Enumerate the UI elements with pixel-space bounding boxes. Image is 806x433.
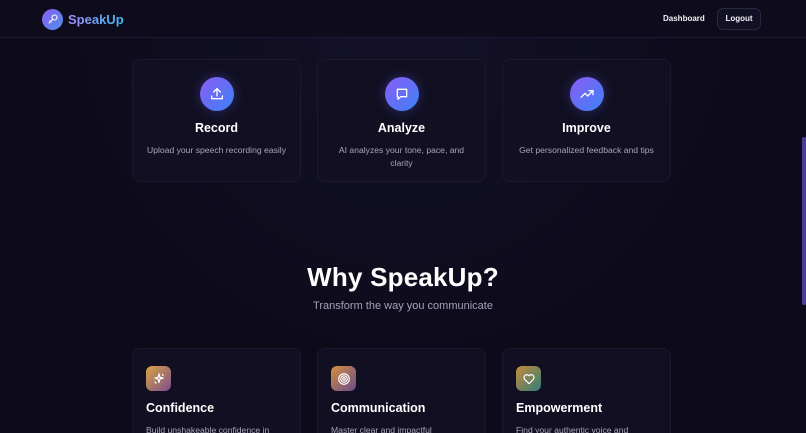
microphone-logo-icon (42, 8, 63, 30)
step-description: Get personalized feedback and tips (519, 145, 654, 155)
feature-card-confidence: Confidence Build unshakeable confidence … (132, 348, 301, 433)
feature-card-empowerment: Empowerment Find your authentic voice an… (502, 348, 671, 433)
section-title: Why SpeakUp? (307, 262, 499, 292)
feature-description: Find your authentic voice and (516, 425, 629, 433)
feature-title: Confidence (146, 401, 215, 415)
feature-title: Empowerment (516, 401, 603, 415)
chat-bubble-icon (384, 77, 419, 111)
brand-name: SpeakUp (68, 11, 124, 27)
step-card-improve: Improve Get personalized feedback and ti… (502, 59, 671, 182)
scrollbar-thumb[interactable] (802, 137, 806, 305)
step-card-record: Record Upload your speech recording easi… (132, 59, 301, 182)
feature-description: Master clear and impactful (331, 425, 432, 433)
step-card-analyze: Analyze AI analyzes your tone, pace, and… (317, 59, 486, 182)
logout-button[interactable]: Logout (717, 8, 761, 30)
feature-title: Communication (331, 401, 426, 415)
step-description: Upload your speech recording easily (146, 145, 286, 155)
step-title: Analyze (377, 121, 426, 135)
page: SpeakUp Dashboard Logout Record Upload y… (0, 0, 806, 433)
feature-card-communication: Communication Master clear and impactful (317, 348, 486, 433)
step-title: Record (194, 121, 239, 135)
heart-icon (516, 366, 541, 391)
dashboard-link[interactable]: Dashboard (654, 9, 714, 29)
feature-description: Build unshakeable confidence in (146, 425, 270, 433)
section-subtitle: Transform the way you communicate (313, 300, 493, 312)
target-icon (331, 366, 356, 391)
trending-up-icon (569, 77, 604, 111)
upload-icon (199, 77, 234, 111)
brand[interactable]: SpeakUp (42, 8, 124, 30)
top-nav: SpeakUp Dashboard Logout (0, 0, 806, 38)
step-title: Improve (562, 121, 611, 135)
sparkles-icon (146, 366, 171, 391)
step-description: AI analyzes your tone, pace, and clarity (338, 145, 465, 168)
